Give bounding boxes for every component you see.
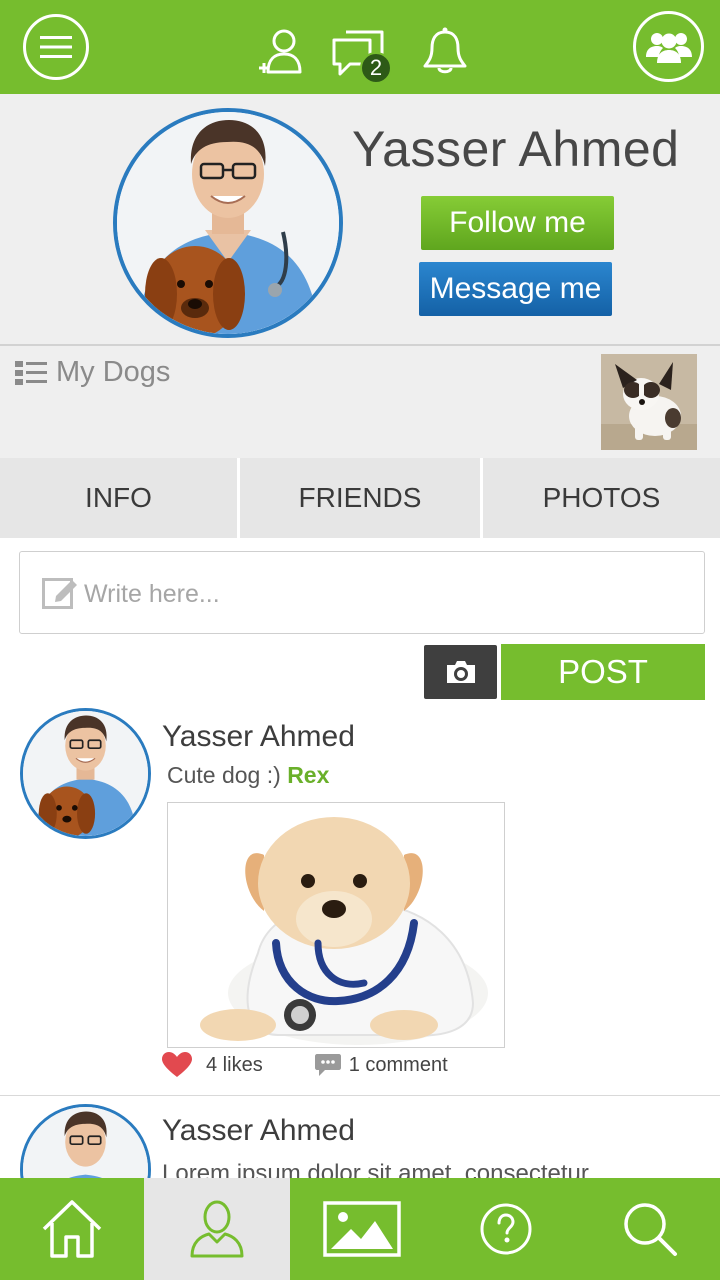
message-button[interactable]: Message me — [419, 262, 612, 316]
nav-profile[interactable] — [144, 1178, 290, 1280]
likes-count: 4 likes — [206, 1053, 263, 1076]
camera-icon — [446, 661, 475, 683]
groups-button[interactable] — [633, 11, 704, 82]
nav-search[interactable] — [579, 1178, 720, 1280]
post-author-avatar[interactable] — [20, 708, 151, 839]
notification-badge: 2 — [360, 52, 392, 84]
post-author-avatar[interactable] — [20, 1104, 151, 1180]
camera-button[interactable] — [424, 645, 497, 699]
post-photo[interactable] — [167, 802, 505, 1048]
feed-post: Yasser Ahmed Cute dog :) Rex 4 likes 1 c… — [0, 708, 720, 1096]
puppy-image — [601, 354, 697, 450]
vet-image — [23, 1107, 148, 1180]
nav-home[interactable] — [0, 1178, 144, 1280]
heart-icon — [162, 1052, 192, 1077]
comment-button[interactable]: 1 comment — [314, 1053, 448, 1077]
tab-friends[interactable]: FRIENDS — [240, 458, 480, 538]
puppy-with-stethoscope-image — [168, 803, 504, 1047]
add-user-icon[interactable] — [257, 26, 307, 76]
post-composer — [19, 551, 705, 634]
my-dogs-section: My Dogs — [0, 346, 720, 458]
post-text: Cute dog :) Rex — [167, 762, 329, 789]
comment-icon — [314, 1054, 341, 1076]
top-bar: 2 — [0, 0, 720, 94]
nav-gallery[interactable] — [290, 1178, 433, 1280]
post-author-name[interactable]: Yasser Ahmed — [162, 720, 355, 754]
bell-icon[interactable] — [420, 26, 470, 76]
tab-info[interactable]: INFO — [0, 458, 237, 538]
post-body: Lorem ipsum dolor sit amet, consectetur — [162, 1160, 589, 1180]
profile-tabs: INFO FRIENDS PHOTOS — [0, 458, 720, 538]
profile-header: Yasser Ahmed Follow me Message me — [0, 94, 720, 346]
vet-with-dog-image — [117, 112, 339, 334]
profile-name: Yasser Ahmed — [352, 121, 680, 177]
post-tag[interactable]: Rex — [287, 762, 329, 788]
post-body: Cute dog :) — [167, 762, 288, 788]
dog-thumbnail[interactable] — [601, 354, 697, 450]
list-icon — [15, 361, 47, 385]
profile-icon — [190, 1200, 244, 1258]
search-icon — [623, 1203, 677, 1256]
post-author-name[interactable]: Yasser Ahmed — [162, 1114, 355, 1148]
profile-avatar[interactable] — [113, 108, 343, 338]
comments-count: 1 comment — [348, 1053, 448, 1076]
follow-button[interactable]: Follow me — [421, 196, 614, 250]
post-button[interactable]: POST — [501, 644, 705, 700]
nav-help[interactable] — [433, 1178, 579, 1280]
gallery-icon — [322, 1201, 401, 1257]
group-icon — [645, 32, 692, 63]
help-icon — [480, 1203, 532, 1255]
feed-post: Yasser Ahmed Lorem ipsum dolor sit amet,… — [0, 1100, 720, 1180]
bottom-nav — [0, 1178, 720, 1280]
menu-icon — [40, 36, 72, 58]
my-dogs-label[interactable]: My Dogs — [56, 356, 170, 389]
menu-button[interactable] — [23, 14, 89, 80]
write-input[interactable] — [84, 576, 664, 612]
home-icon — [42, 1200, 102, 1258]
like-button[interactable]: 4 likes — [162, 1052, 263, 1078]
tab-photos[interactable]: PHOTOS — [483, 458, 720, 538]
edit-icon — [42, 578, 77, 609]
vet-with-dog-image — [23, 711, 148, 836]
post-stats: 4 likes 1 comment — [162, 1048, 448, 1082]
